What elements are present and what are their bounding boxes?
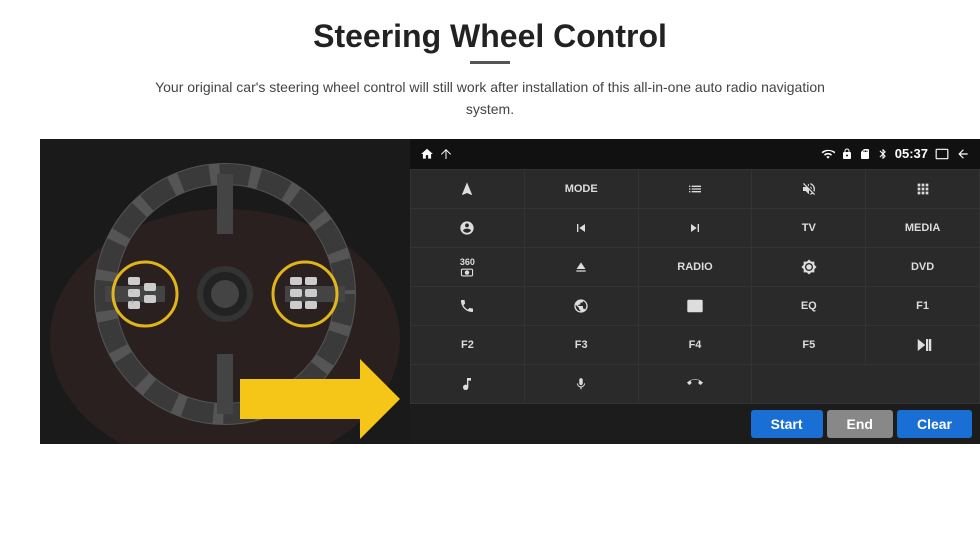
btn-globe[interactable]: [525, 287, 638, 325]
head-unit: 05:37 MODE: [410, 139, 980, 444]
home-icon: [420, 147, 434, 161]
bottom-action-bar: Start End Clear: [410, 404, 980, 444]
btn-dvd[interactable]: DVD: [866, 248, 979, 286]
btn-f1[interactable]: F1: [866, 287, 979, 325]
btn-mode[interactable]: MODE: [525, 170, 638, 208]
btn-360cam[interactable]: 360: [411, 248, 524, 286]
btn-f2[interactable]: F2: [411, 326, 524, 364]
btn-navigate[interactable]: [411, 170, 524, 208]
btn-f4[interactable]: F4: [639, 326, 752, 364]
title-divider: [470, 61, 510, 64]
btn-apps[interactable]: [866, 170, 979, 208]
page-container: Steering Wheel Control Your original car…: [0, 0, 980, 544]
btn-eq[interactable]: EQ: [752, 287, 865, 325]
button-grid: MODE: [410, 169, 980, 404]
page-title: Steering Wheel Control: [313, 18, 667, 55]
btn-list[interactable]: [639, 170, 752, 208]
bluetooth-icon: [877, 148, 889, 160]
btn-mirror[interactable]: [639, 287, 752, 325]
btn-prev[interactable]: [525, 209, 638, 247]
btn-media[interactable]: MEDIA: [866, 209, 979, 247]
page-subtitle: Your original car's steering wheel contr…: [150, 76, 830, 121]
wifi-icon: [821, 147, 835, 161]
status-bar-right: 05:37: [821, 146, 970, 161]
screen-icon: [934, 147, 950, 161]
start-button[interactable]: Start: [751, 410, 823, 438]
navigate-icon: [440, 148, 452, 160]
btn-settings[interactable]: [411, 209, 524, 247]
btn-tv[interactable]: TV: [752, 209, 865, 247]
btn-music[interactable]: [411, 365, 524, 403]
clear-button[interactable]: Clear: [897, 410, 972, 438]
lock-icon: [841, 148, 853, 160]
back-icon: [956, 147, 970, 161]
btn-radio[interactable]: RADIO: [639, 248, 752, 286]
btn-f5[interactable]: F5: [752, 326, 865, 364]
svg-text:+: +: [130, 297, 135, 307]
content-row: + -: [40, 139, 940, 444]
btn-call-end[interactable]: [639, 365, 752, 403]
btn-mute[interactable]: [752, 170, 865, 208]
btn-next[interactable]: [639, 209, 752, 247]
status-bar-left: [420, 147, 452, 161]
btn-brightness[interactable]: [752, 248, 865, 286]
status-time: 05:37: [895, 146, 928, 161]
btn-phone[interactable]: [411, 287, 524, 325]
btn-f3[interactable]: F3: [525, 326, 638, 364]
status-bar: 05:37: [410, 139, 980, 169]
btn-eject[interactable]: [525, 248, 638, 286]
steering-wheel-image: + -: [40, 139, 410, 444]
end-button[interactable]: End: [827, 410, 893, 438]
btn-empty: [752, 365, 979, 403]
btn-play-pause[interactable]: [866, 326, 979, 364]
sd-icon: [859, 148, 871, 160]
btn-mic[interactable]: [525, 365, 638, 403]
svg-text:-: -: [130, 286, 133, 296]
